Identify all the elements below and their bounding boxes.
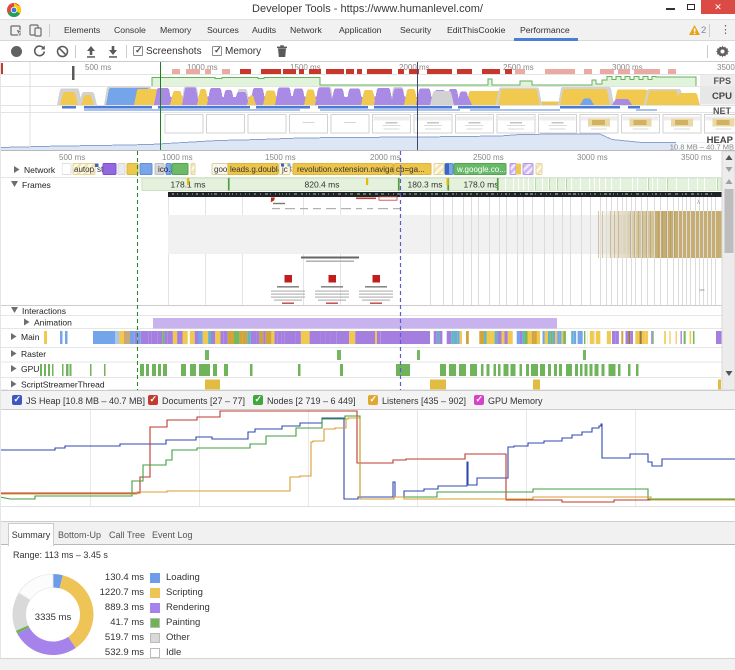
svg-text:2500 ms: 2500 ms xyxy=(473,153,504,162)
svg-text:3500 ms: 3500 ms xyxy=(681,153,712,162)
svg-text:Network: Network xyxy=(24,165,56,175)
svg-text:jc: jc xyxy=(281,165,288,174)
svg-text:Frames: Frames xyxy=(22,180,51,190)
svg-text:FPS: FPS xyxy=(713,76,731,86)
svg-text:820.4 ms: 820.4 ms xyxy=(305,180,340,190)
svg-text:ScriptStreamerThread: ScriptStreamerThread xyxy=(21,380,105,390)
svg-text:1000 ms: 1000 ms xyxy=(162,153,193,162)
svg-text:GPU: GPU xyxy=(21,364,39,374)
svg-text:1500 ms: 1500 ms xyxy=(265,153,296,162)
svg-text:revolution.extension.navigat: revolution.extension.navigat xyxy=(297,165,397,174)
svg-text:Main: Main xyxy=(21,332,40,342)
svg-text:2000 ms: 2000 ms xyxy=(370,153,401,162)
svg-text:λ: λ xyxy=(697,200,700,206)
svg-text:3500: 3500 xyxy=(717,63,735,72)
svg-text:500 ms: 500 ms xyxy=(59,153,85,162)
svg-text:178.0 ms: 178.0 ms xyxy=(464,180,499,190)
svg-text:500 ms: 500 ms xyxy=(85,63,111,72)
svg-text:Animation: Animation xyxy=(34,318,72,328)
svg-text:CPU: CPU xyxy=(712,91,732,102)
svg-text:Raster: Raster xyxy=(21,349,46,359)
svg-text:autop: autop xyxy=(74,165,95,174)
svg-text:3000 ms: 3000 ms xyxy=(577,153,608,162)
svg-text:180.3 ms: 180.3 ms xyxy=(408,180,443,190)
svg-text:w.google.co...: w.google.co... xyxy=(456,165,506,174)
svg-text:Interactions: Interactions xyxy=(22,306,66,316)
svg-text:≔: ≔ xyxy=(699,288,705,294)
